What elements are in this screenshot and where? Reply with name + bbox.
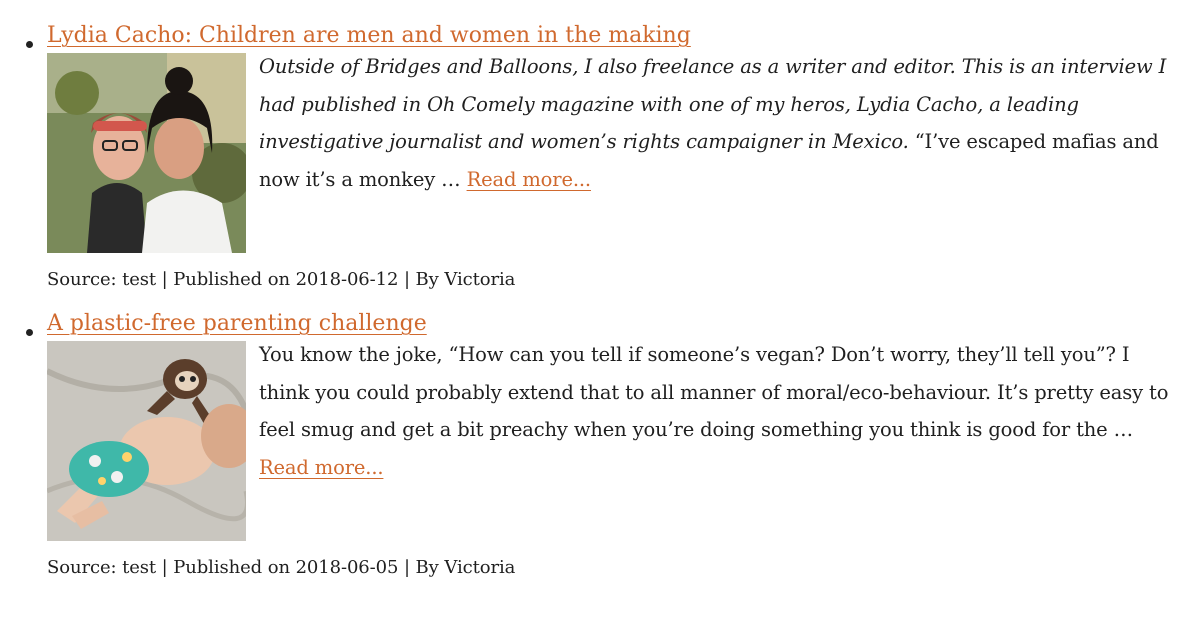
post-body: You know the joke, “How can you tell if … <box>47 341 1200 541</box>
post-thumbnail[interactable] <box>47 341 246 541</box>
list-item: A plastic-free parenting challenge You k… <box>0 292 1200 580</box>
read-more-link[interactable]: Read more... <box>259 456 384 479</box>
excerpt-text: You know the joke, “How can you tell if … <box>259 343 1169 441</box>
bullet-icon <box>26 329 33 336</box>
read-more-link[interactable]: Read more... <box>467 168 592 191</box>
post-list: Lydia Cacho: Children are men and women … <box>0 0 1200 580</box>
post-excerpt: You know the joke, “How can you tell if … <box>259 336 1174 486</box>
post-title-link[interactable]: Lydia Cacho: Children are men and women … <box>47 22 691 50</box>
post-body: Outside of Bridges and Balloons, I also … <box>47 53 1200 253</box>
bullet-icon <box>26 41 33 48</box>
post-meta: Source: test | Published on 2018-06-05 |… <box>47 557 516 578</box>
list-item: Lydia Cacho: Children are men and women … <box>0 0 1200 292</box>
two-women-portrait-image <box>47 53 246 253</box>
baby-cloth-nappy-image <box>47 341 246 541</box>
post-excerpt: Outside of Bridges and Balloons, I also … <box>259 48 1174 198</box>
post-thumbnail[interactable] <box>47 53 246 253</box>
post-title-link[interactable]: A plastic-free parenting challenge <box>47 310 427 338</box>
post-meta: Source: test | Published on 2018-06-12 |… <box>47 269 516 290</box>
